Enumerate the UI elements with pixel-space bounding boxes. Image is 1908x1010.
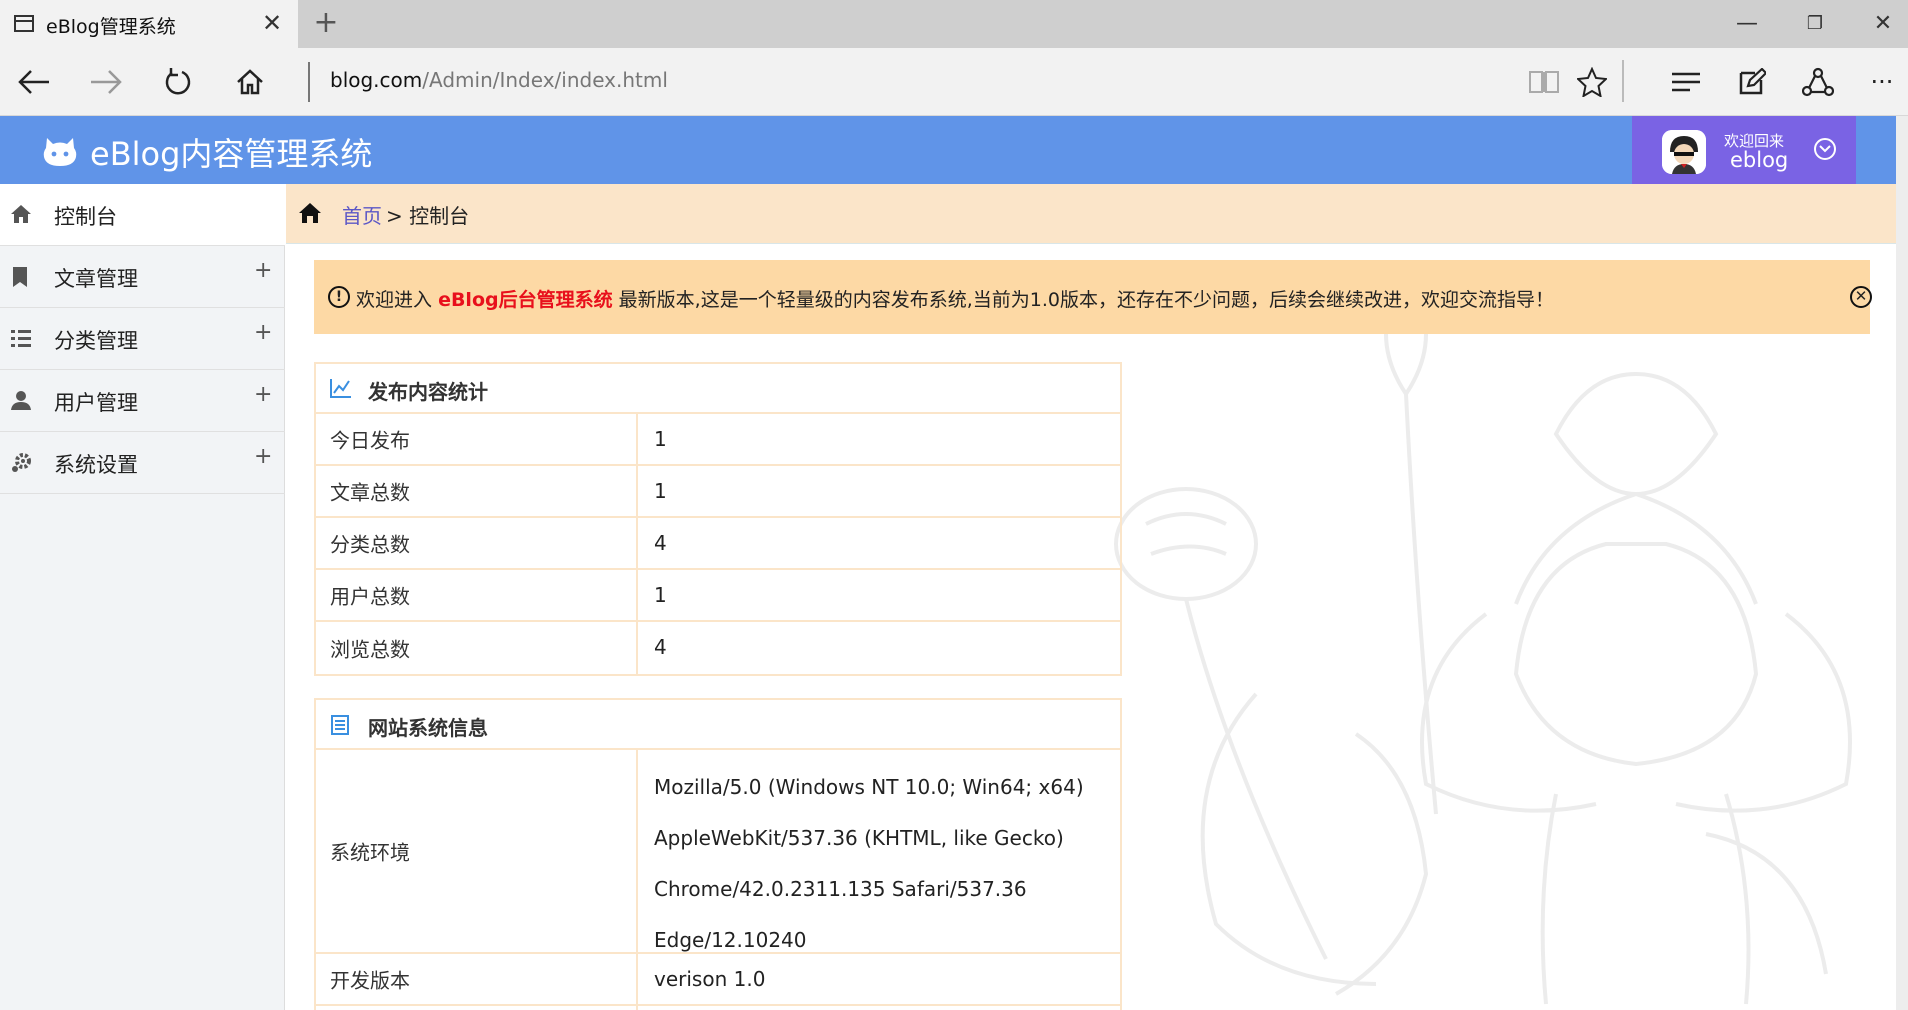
table-row: 用户总数 1: [316, 570, 1120, 622]
welcome-alert: ! 欢迎进入 eBlog后台管理系统 最新版本,这是一个轻量级的内容发布系统,当…: [314, 260, 1872, 334]
row-value: verison 1.0: [654, 967, 766, 991]
user-icon: [10, 390, 34, 412]
web-note-icon[interactable]: [1730, 62, 1774, 102]
breadcrumb-current: > 控制台: [386, 204, 470, 228]
row-value: 4: [654, 635, 667, 659]
row-label: 系统环境: [330, 840, 410, 865]
expand-plus-icon[interactable]: +: [254, 382, 272, 407]
sidebar-item-articles[interactable]: 文章管理 +: [0, 246, 285, 308]
env-line: Mozilla/5.0 (Windows NT 10.0; Win64; x64…: [654, 775, 1084, 799]
table-row: 文章总数 1: [316, 466, 1120, 518]
row-value: 4: [654, 531, 667, 555]
panel-header: 发布内容统计: [316, 364, 1120, 414]
sidebar: 控制台 文章管理 + 分类管理 + 用户管理 + 系统设置 +: [0, 184, 285, 1010]
restore-button[interactable]: ❐: [1792, 8, 1838, 40]
row-value: 1: [654, 427, 667, 451]
system-info-panel: 网站系统信息 系统环境 Mozilla/5.0 (Windows NT 10.0…: [314, 698, 1122, 1010]
home-button[interactable]: [228, 62, 272, 102]
app-header: eBlog内容管理系统 欢迎回来 eblog: [0, 116, 1896, 184]
username: eblog: [1730, 148, 1789, 172]
env-line: AppleWebKit/537.36 (KHTML, like Gecko): [654, 826, 1064, 850]
forward-button[interactable]: [84, 62, 128, 102]
table-row: 今日发布 1: [316, 414, 1120, 466]
expand-plus-icon[interactable]: +: [254, 258, 272, 283]
line-chart-icon: [330, 378, 352, 402]
row-label: 用户总数: [330, 584, 410, 609]
table-row: 分类总数 4: [316, 518, 1120, 570]
info-icon: !: [328, 286, 350, 308]
github-cat-icon: [42, 134, 78, 172]
minimize-button[interactable]: —: [1724, 8, 1770, 40]
browser-tab[interactable]: eBlog管理系统 ✕: [0, 0, 298, 48]
close-tab-icon[interactable]: ✕: [258, 9, 286, 37]
sidebar-item-settings[interactable]: 系统设置 +: [0, 432, 285, 494]
sidebar-item-categories[interactable]: 分类管理 +: [0, 308, 285, 370]
panel-title: 发布内容统计: [368, 380, 488, 404]
sidebar-item-label: 系统设置: [54, 453, 138, 477]
close-alert-icon[interactable]: ✕: [1850, 286, 1872, 308]
panel-header: 网站系统信息: [316, 700, 1120, 750]
browser-toolbar: blog.com/Admin/Index/index.html ···: [0, 48, 1908, 116]
content-stats-panel: 发布内容统计 今日发布 1 文章总数 1 分类总数 4 用户总数 1 浏览总数 …: [314, 362, 1122, 676]
scrollbar[interactable]: [1896, 116, 1908, 1010]
sidebar-item-users[interactable]: 用户管理 +: [0, 370, 285, 432]
row-value: 1: [654, 479, 667, 503]
breadcrumb: 首页 > 控制台: [286, 184, 1896, 244]
new-tab-button[interactable]: +: [310, 7, 342, 39]
document-icon: [330, 714, 350, 740]
reading-view-icon[interactable]: [1522, 62, 1566, 102]
sidebar-item-label: 控制台: [54, 205, 117, 229]
expand-plus-icon[interactable]: +: [254, 320, 272, 345]
sidebar-item-label: 文章管理: [54, 267, 138, 291]
table-row: 浏览总数 4: [316, 622, 1120, 674]
table-row: 开发版本 verison 1.0: [316, 954, 1120, 1006]
home-icon[interactable]: [298, 202, 322, 228]
app-title: eBlog内容管理系统: [90, 135, 373, 173]
home-icon: [10, 204, 34, 226]
hub-menu-icon[interactable]: [1664, 62, 1708, 102]
lotus-watermark-image: [1114, 314, 1852, 1005]
sidebar-item-label: 分类管理: [54, 329, 138, 353]
refresh-button[interactable]: [156, 62, 200, 102]
sidebar-item-dashboard[interactable]: 控制台: [0, 184, 285, 246]
row-label: 今日发布: [330, 428, 410, 453]
row-label: 开发版本: [330, 968, 410, 993]
more-options-icon[interactable]: ···: [1860, 62, 1904, 102]
user-menu[interactable]: 欢迎回来 eblog: [1632, 116, 1856, 184]
favorite-star-icon[interactable]: [1570, 62, 1614, 102]
page-icon: [14, 15, 34, 32]
table-row: 系统环境 Mozilla/5.0 (Windows NT 10.0; Win64…: [316, 750, 1120, 954]
row-value: Mozilla/5.0 (Windows NT 10.0; Win64; x64…: [654, 750, 1120, 966]
address-input[interactable]: blog.com/Admin/Index/index.html: [330, 68, 668, 92]
close-window-button[interactable]: ✕: [1860, 8, 1906, 40]
row-label: 浏览总数: [330, 637, 410, 662]
share-icon[interactable]: [1796, 62, 1840, 102]
env-line: Chrome/42.0.2311.135 Safari/537.36: [654, 877, 1027, 901]
address-divider: [308, 62, 310, 102]
chevron-down-icon[interactable]: [1814, 138, 1836, 160]
bookmark-icon: [10, 266, 34, 288]
row-label: 分类总数: [330, 532, 410, 557]
sidebar-item-label: 用户管理: [54, 391, 138, 415]
tab-title: eBlog管理系统: [46, 16, 176, 38]
gear-icon: [10, 452, 34, 474]
browser-tab-bar: eBlog管理系统 ✕ + — ❐ ✕: [0, 0, 1908, 48]
expand-plus-icon[interactable]: +: [254, 444, 272, 469]
panel-title: 网站系统信息: [368, 716, 488, 740]
alert-message: 欢迎进入 eBlog后台管理系统 最新版本,这是一个轻量级的内容发布系统,当前为…: [356, 289, 1554, 311]
toolbar-divider: [1622, 60, 1624, 102]
avatar: [1662, 130, 1706, 174]
row-label: 文章总数: [330, 480, 410, 505]
list-icon: [10, 328, 34, 350]
main-content: 首页 > 控制台 ! 欢迎进入 eBlog后台管理系统 最新版本,这是一个轻量级…: [286, 184, 1896, 1010]
row-value: 1: [654, 583, 667, 607]
table-row: [316, 1006, 1120, 1010]
breadcrumb-home-link[interactable]: 首页: [342, 200, 382, 229]
back-button[interactable]: [12, 62, 56, 102]
